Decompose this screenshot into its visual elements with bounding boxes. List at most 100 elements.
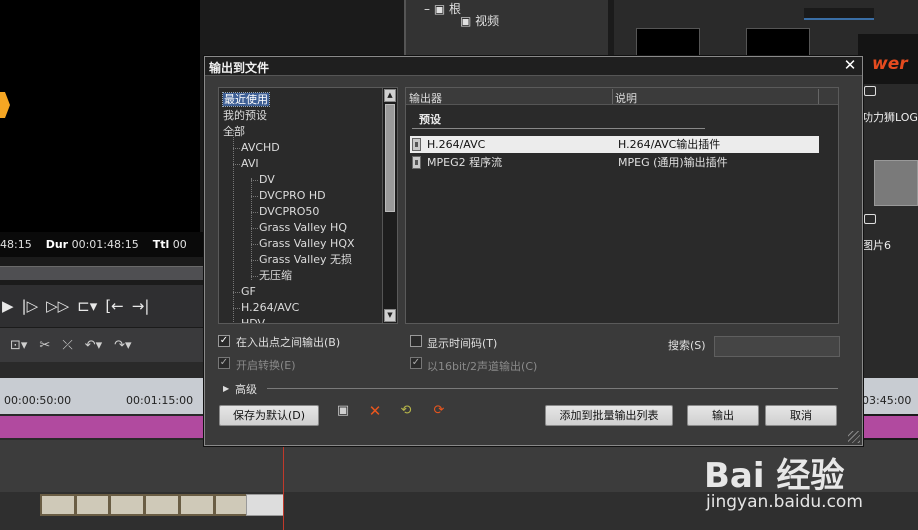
- trim-icon[interactable]: ⤫: [62, 338, 72, 353]
- close-icon[interactable]: ✕: [842, 57, 858, 74]
- exporter-row[interactable]: MPEG2 程序流 MPEG (通用)输出插件: [410, 154, 819, 171]
- save-preset-icon[interactable]: ▣: [335, 403, 351, 419]
- delete-preset-icon[interactable]: ✕: [367, 403, 383, 419]
- dialog-titlebar[interactable]: 输出到文件 ✕: [205, 57, 862, 76]
- import-preset-icon[interactable]: ⟲: [398, 403, 414, 419]
- tree-item[interactable]: DVCPRO50: [259, 204, 319, 219]
- image-thumbnail[interactable]: [874, 160, 918, 206]
- clip-thumbnail[interactable]: [804, 8, 874, 20]
- tree-item[interactable]: GF: [241, 284, 256, 299]
- show-timecode-checkbox[interactable]: [410, 335, 422, 347]
- tree-item-label: DVCPRO HD: [259, 189, 326, 202]
- tree-item-label: 全部: [223, 125, 245, 138]
- camera-icon: [864, 214, 876, 224]
- tree-item[interactable]: Grass Valley HQX: [259, 236, 355, 251]
- advanced-expand-icon[interactable]: ▶: [223, 384, 229, 393]
- ruler-tick-label: 03:45:00: [862, 394, 912, 407]
- logo-text: wer: [872, 54, 908, 74]
- tree-item-label: DVCPRO50: [259, 205, 320, 218]
- split-icon[interactable]: ⊡▾: [10, 338, 27, 353]
- exporter-row[interactable]: H.264/AVC H.264/AVC输出插件: [410, 136, 819, 153]
- watermark-url: jingyan.baidu.com: [706, 492, 863, 512]
- clip-thumbnail[interactable]: [746, 28, 810, 56]
- column-header-exporter[interactable]: 输出器: [409, 90, 442, 106]
- exporter-category-tree[interactable]: 最近使用我的预设全部 AVCHD AVI DV DVCPRO HD DVCPRO50 Gra…: [218, 87, 398, 324]
- search-label: 搜索(S): [668, 339, 706, 352]
- export-preset-icon[interactable]: ⟳: [431, 403, 447, 419]
- step-forward-icon[interactable]: |▷: [22, 297, 39, 315]
- exporter-list[interactable]: 输出器 说明 预设 H.264/AVC H.264/AVC输出插件 MPEG2 程序…: [405, 87, 839, 324]
- tree-item[interactable]: 全部: [223, 124, 245, 139]
- tree-item[interactable]: DV: [259, 172, 275, 187]
- film-icon: [412, 138, 421, 151]
- in-timecode: 48:15: [0, 238, 32, 251]
- clip-label: 图片6: [862, 239, 891, 252]
- tree-item-label: AVI: [241, 157, 259, 170]
- exporter-name: H.264/AVC: [427, 138, 486, 151]
- in-out-checkbox[interactable]: ✓: [218, 335, 230, 347]
- bin-root-item[interactable]: – ▣ 根: [424, 0, 461, 17]
- duration-readout: Dur 00:01:48:15: [45, 238, 139, 251]
- play-icon[interactable]: ▶: [2, 297, 14, 315]
- convert-label: 开启转换(E): [236, 359, 296, 372]
- watermark-logo: Bai 经验: [704, 456, 845, 496]
- column-header-description[interactable]: 说明: [615, 90, 637, 106]
- dialog-title: 输出到文件: [209, 61, 270, 75]
- exporter-name: MPEG2 程序流: [427, 156, 503, 169]
- redo-icon[interactable]: ↷▾: [114, 338, 131, 353]
- film-icon: [412, 156, 421, 169]
- undo-icon[interactable]: ↶▾: [85, 338, 102, 353]
- tree-item[interactable]: AVI: [241, 156, 259, 171]
- scroll-up-icon[interactable]: ▲: [384, 89, 396, 102]
- bin-video-item[interactable]: ▣ 视频: [460, 12, 499, 29]
- group-divider: [412, 128, 705, 129]
- exporter-description: MPEG (通用)输出插件: [618, 156, 728, 169]
- advanced-label[interactable]: 高级: [235, 381, 257, 397]
- tree-item-label: AVCHD: [241, 141, 280, 154]
- cancel-button[interactable]: 取消: [765, 405, 837, 426]
- tree-item-label: 无压缩: [259, 269, 292, 282]
- tree-item-label: 我的预设: [223, 109, 267, 122]
- search-input[interactable]: [714, 336, 840, 357]
- camera-icon: [864, 86, 876, 96]
- seek-bar[interactable]: [0, 266, 204, 280]
- scroll-thumb[interactable]: [385, 104, 395, 212]
- tree-item[interactable]: 无压缩: [259, 268, 292, 283]
- resize-grip[interactable]: [848, 431, 860, 443]
- exporter-description: H.264/AVC输出插件: [618, 138, 721, 151]
- export-button[interactable]: 输出: [687, 405, 759, 426]
- 16bit-checkbox[interactable]: ✓: [410, 357, 422, 369]
- advanced-divider: [267, 388, 838, 389]
- timeline-clip[interactable]: [246, 494, 284, 516]
- cut-icon[interactable]: ✂: [39, 338, 50, 353]
- clip-thumbnail[interactable]: [636, 28, 700, 56]
- tree-item[interactable]: DVCPRO HD: [259, 188, 326, 203]
- tree-item[interactable]: HDV: [241, 316, 266, 324]
- list-header: 输出器 说明: [406, 88, 838, 105]
- fast-forward-icon[interactable]: ▷▷: [46, 297, 69, 315]
- transport-controls: ▶ |▷ ▷▷ ⊏▾ [← →|: [0, 285, 204, 327]
- total-readout: Ttl 00: [152, 238, 187, 251]
- tree-item[interactable]: 最近使用: [222, 92, 270, 107]
- tree-item-label: HDV: [241, 317, 266, 324]
- add-to-batch-button[interactable]: 添加到批量输出列表: [545, 405, 673, 426]
- group-label: 预设: [419, 113, 441, 126]
- 16bit-label: 以16bit/2声道输出(C): [427, 360, 538, 373]
- ruler-tick-label: 00:01:15:00: [126, 394, 194, 407]
- tree-item[interactable]: Grass Valley 无损: [259, 252, 352, 267]
- convert-checkbox[interactable]: ✓: [218, 357, 230, 369]
- loop-icon[interactable]: ⊏▾: [77, 297, 97, 315]
- player-preview: [0, 0, 200, 232]
- tree-scrollbar[interactable]: ▲ ▼: [382, 88, 397, 323]
- tree-item-label: H.264/AVC: [241, 301, 300, 314]
- tree-item[interactable]: AVCHD: [241, 140, 280, 155]
- timecode-bar: 48:15 Dur 00:01:48:15 Ttl 00: [0, 232, 204, 257]
- scroll-down-icon[interactable]: ▼: [384, 309, 396, 322]
- tree-item[interactable]: H.264/AVC: [241, 300, 299, 315]
- ruler-tick-label: 00:00:50:00: [4, 394, 72, 407]
- set-in-icon[interactable]: [←: [105, 297, 123, 315]
- set-out-icon[interactable]: →|: [132, 297, 150, 315]
- tree-item[interactable]: 我的预设: [223, 108, 267, 123]
- save-as-default-button[interactable]: 保存为默认(D): [219, 405, 319, 426]
- tree-item[interactable]: Grass Valley HQ: [259, 220, 347, 235]
